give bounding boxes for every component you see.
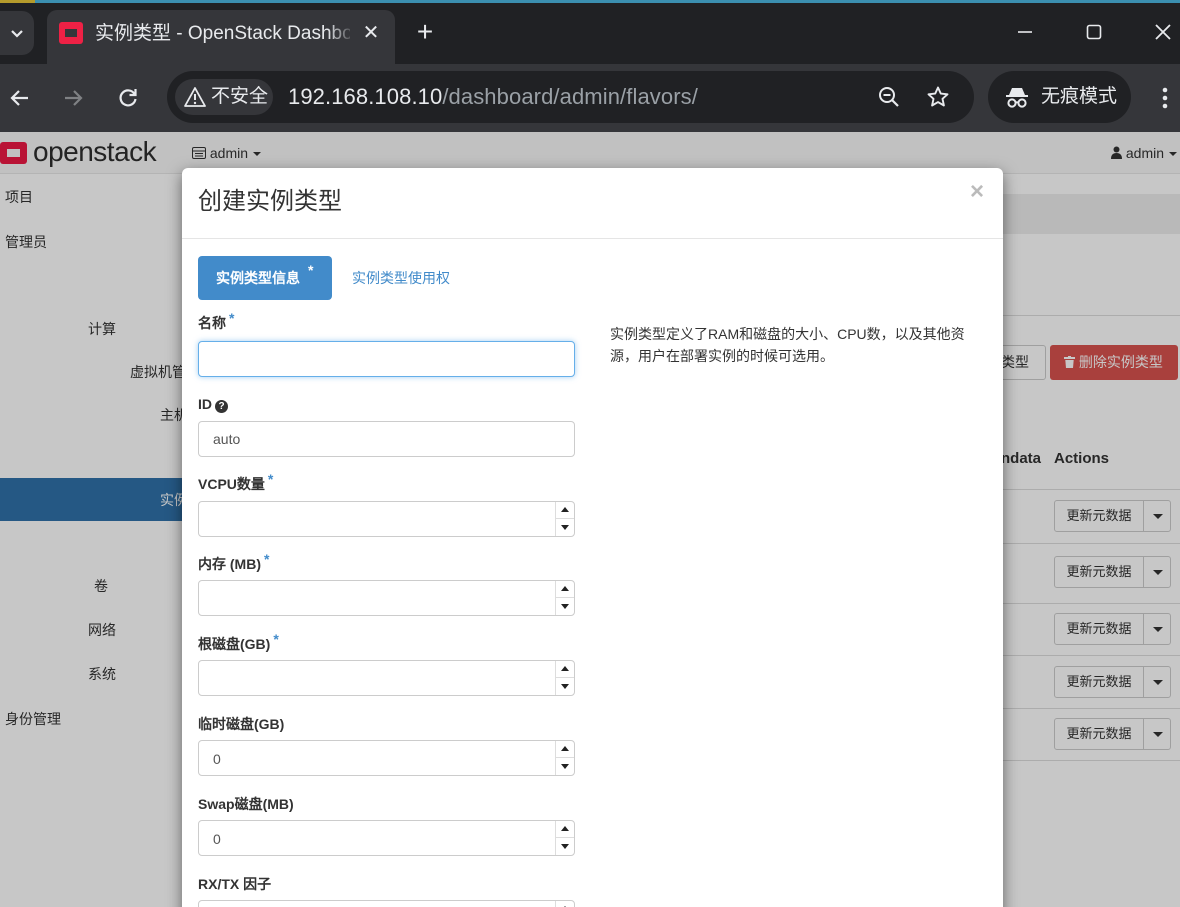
security-label: 不安全: [211, 86, 269, 107]
close-icon: [1155, 24, 1171, 40]
decrement-icon[interactable]: [556, 519, 574, 536]
url-path: /dashboard/admin/flavors/: [442, 84, 698, 109]
reload-button[interactable]: [112, 82, 144, 114]
browser-menu-button[interactable]: [1150, 82, 1180, 114]
increment-icon[interactable]: [556, 502, 574, 519]
browser-toolbar: 不安全 192.168.108.10/dashboard/admin/flavo…: [0, 64, 1180, 132]
root-disk-input[interactable]: [198, 660, 575, 696]
maximize-button[interactable]: [1079, 18, 1109, 46]
incognito-label: 无痕模式: [1041, 86, 1118, 107]
root-disk-label: 根磁盘(GB) *: [198, 631, 279, 652]
modal-header: 创建实例类型 ×: [182, 168, 1003, 239]
tab-close-button[interactable]: ✕: [360, 22, 382, 44]
maximize-icon: [1086, 24, 1102, 40]
create-flavor-modal: 创建实例类型 × 实例类型信息 * 实例类型使用权 名称* ID? VCPU数量*…: [182, 168, 1003, 907]
required-star: *: [229, 310, 235, 326]
root-disk-stepper[interactable]: [555, 661, 574, 695]
incognito-indicator[interactable]: 无痕模式: [988, 71, 1131, 123]
tab-flavor-info-label: 实例类型信息: [216, 270, 300, 286]
minimize-button[interactable]: [1010, 18, 1040, 46]
back-button[interactable]: [4, 82, 36, 114]
minimize-icon: [1018, 31, 1032, 33]
ephemeral-disk-label: 临时磁盘(GB): [198, 716, 285, 732]
tab-flavor-info[interactable]: 实例类型信息 *: [198, 256, 332, 300]
increment-icon[interactable]: [556, 581, 574, 598]
modal-close-button[interactable]: ×: [966, 180, 988, 204]
tab-title: 实例类型 - OpenStack Dashboard: [95, 23, 350, 44]
flavor-description: 实例类型定义了RAM和磁盘的大小、CPU数，以及其他资源，用户在部署实例的时候可…: [610, 326, 965, 364]
required-star: *: [267, 471, 274, 487]
zoom-out-icon: [879, 87, 899, 107]
bookmark-button[interactable]: [924, 83, 952, 111]
swap-disk-input[interactable]: 0: [198, 820, 575, 856]
rxtx-factor-input[interactable]: [198, 900, 575, 907]
swap-disk-label: Swap磁盘(MB): [198, 796, 294, 812]
rxtx-factor-label: RX/TX 因子: [198, 876, 272, 892]
window-accent-bar: [0, 0, 1180, 3]
new-tab-button[interactable]: +: [412, 18, 438, 46]
more-vertical-icon: [1162, 87, 1168, 109]
ram-input[interactable]: [198, 580, 575, 616]
arrow-right-icon: [65, 90, 83, 106]
increment-icon[interactable]: [556, 901, 574, 907]
zoom-button[interactable]: [875, 83, 903, 111]
chevron-down-icon: [11, 30, 23, 38]
url-text[interactable]: 192.168.108.10/dashboard/admin/flavors/: [288, 83, 698, 111]
url-host: 192.168.108.10: [288, 84, 443, 109]
address-bar[interactable]: 不安全 192.168.108.10/dashboard/admin/flavo…: [167, 71, 974, 123]
vcpu-stepper[interactable]: [555, 502, 574, 536]
rxtx-factor-stepper[interactable]: [555, 901, 574, 907]
modal-title: 创建实例类型: [198, 188, 342, 215]
browser-tab-active[interactable]: 实例类型 - OpenStack Dashboard ✕: [47, 10, 395, 64]
browser-tab-bar: 实例类型 - OpenStack Dashboard ✕ +: [0, 0, 1180, 64]
decrement-icon[interactable]: [556, 678, 574, 695]
openstack-favicon-icon: [59, 22, 83, 44]
ram-label: 内存 (MB) *: [198, 551, 270, 572]
arrow-left-icon: [10, 90, 28, 106]
required-star: *: [308, 262, 314, 278]
decrement-icon[interactable]: [556, 598, 574, 615]
reload-icon: [119, 89, 137, 107]
incognito-icon: [1006, 88, 1028, 108]
id-label: ID?: [198, 395, 228, 413]
required-star: *: [273, 631, 279, 647]
star-icon: [927, 86, 949, 107]
help-icon[interactable]: ?: [215, 400, 228, 413]
tab-flavor-access[interactable]: 实例类型使用权: [352, 269, 450, 287]
forward-button[interactable]: [57, 82, 89, 114]
decrement-icon[interactable]: [556, 838, 574, 855]
increment-icon[interactable]: [556, 821, 574, 838]
ephemeral-disk-input[interactable]: 0: [198, 740, 575, 776]
increment-icon[interactable]: [556, 741, 574, 758]
tab-search-button[interactable]: [0, 11, 34, 55]
required-star: *: [264, 551, 270, 567]
name-label: 名称 *: [198, 310, 235, 331]
close-window-button[interactable]: [1148, 18, 1178, 46]
name-input[interactable]: [198, 341, 575, 377]
id-input[interactable]: [198, 421, 575, 457]
increment-icon[interactable]: [556, 661, 574, 678]
vcpu-input[interactable]: [198, 501, 575, 537]
vcpu-label: VCPU数量 *: [198, 471, 274, 492]
ram-stepper[interactable]: [555, 581, 574, 615]
swap-disk-stepper[interactable]: [555, 821, 574, 855]
decrement-icon[interactable]: [556, 758, 574, 775]
warning-icon: [184, 87, 206, 107]
ephemeral-disk-stepper[interactable]: [555, 741, 574, 775]
